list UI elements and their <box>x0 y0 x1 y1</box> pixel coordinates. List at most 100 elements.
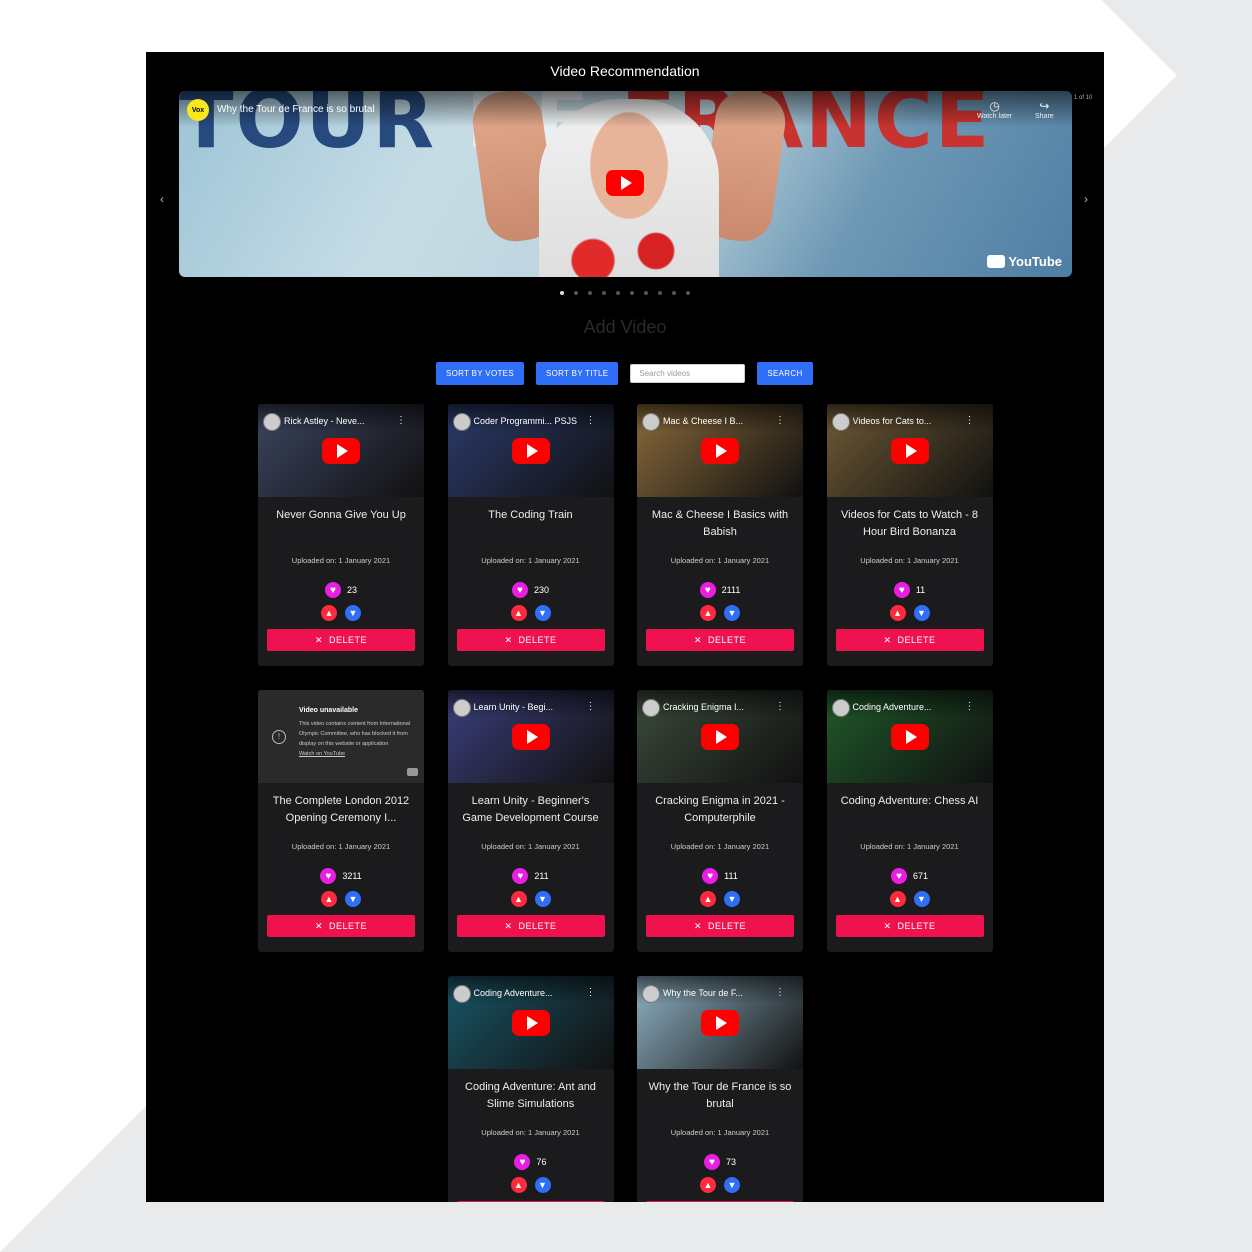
play-icon[interactable] <box>701 438 739 464</box>
more-options-icon[interactable]: ⋮ <box>965 415 975 426</box>
channel-avatar[interactable] <box>831 413 850 431</box>
video-thumbnail[interactable]: Coder Programmi... PSJS ⋮ <box>447 404 614 497</box>
thumbnail-title[interactable]: Coding Adventure... <box>474 988 594 998</box>
thumbnail-title[interactable]: Coding Adventure... <box>853 702 973 712</box>
thumbs-down-icon[interactable]: ▼ <box>724 605 740 621</box>
carousel-dot[interactable] <box>630 291 634 295</box>
thumbnail-title[interactable]: Rick Astley - Neve... <box>284 416 404 426</box>
thumbs-up-icon[interactable]: ▲ <box>510 1177 527 1193</box>
more-options-icon[interactable]: ⋮ <box>586 987 596 998</box>
thumbs-down-icon[interactable]: ▼ <box>724 891 740 907</box>
thumbs-down-icon[interactable]: ▼ <box>345 891 361 907</box>
thumbs-up-icon[interactable]: ▲ <box>889 605 906 621</box>
thumbs-up-icon[interactable]: ▲ <box>321 605 337 621</box>
thumbs-up-icon[interactable]: ▲ <box>700 1177 716 1193</box>
play-icon[interactable] <box>511 724 550 750</box>
thumbs-up-icon[interactable]: ▲ <box>700 605 716 621</box>
channel-avatar[interactable] <box>263 413 281 431</box>
channel-avatar[interactable] <box>642 985 660 1003</box>
delete-button[interactable]: ✕ DELETE <box>267 915 415 937</box>
play-icon[interactable] <box>701 724 739 750</box>
channel-avatar[interactable] <box>642 413 660 431</box>
delete-button[interactable]: ✕ DELETE <box>646 1201 794 1202</box>
delete-button[interactable]: ✕ DELETE <box>835 915 984 937</box>
thumbs-down-icon[interactable]: ▼ <box>534 605 551 621</box>
thumbs-down-icon[interactable]: ▼ <box>913 605 930 621</box>
video-thumbnail[interactable]: Cracking Enigma I... ⋮ <box>637 690 803 783</box>
thumbs-up-icon[interactable]: ▲ <box>889 891 906 907</box>
video-thumbnail[interactable]: Mac & Cheese I B... ⋮ <box>637 404 803 497</box>
more-options-icon[interactable]: ⋮ <box>775 415 785 426</box>
channel-avatar[interactable] <box>831 699 850 717</box>
thumbs-up-icon[interactable]: ▲ <box>510 605 527 621</box>
thumbs-up-icon[interactable]: ▲ <box>510 891 527 907</box>
play-icon[interactable] <box>890 438 929 464</box>
channel-avatar[interactable] <box>452 699 471 717</box>
delete-button[interactable]: ✕ DELETE <box>646 629 794 651</box>
carousel-next-icon[interactable]: › <box>1084 192 1088 206</box>
delete-button[interactable]: ✕ DELETE <box>456 915 605 937</box>
play-icon[interactable] <box>322 438 360 464</box>
watch-later-button[interactable]: ◷ Watch later <box>977 99 1012 120</box>
delete-button[interactable]: ✕ DELETE <box>456 1201 605 1202</box>
share-button[interactable]: ↪ Share <box>1035 99 1054 120</box>
search-input[interactable]: Search videos <box>630 364 746 383</box>
play-icon[interactable] <box>701 1010 739 1036</box>
carousel-dot[interactable] <box>574 291 578 295</box>
carousel-dot[interactable] <box>616 291 620 295</box>
sort-by-title-button[interactable]: SORT BY TITLE <box>535 362 619 385</box>
carousel-dot[interactable] <box>602 291 606 295</box>
carousel-dot[interactable] <box>644 291 648 295</box>
carousel-dot[interactable] <box>560 291 564 295</box>
channel-avatar[interactable] <box>642 699 660 717</box>
delete-button[interactable]: ✕ DELETE <box>646 915 794 937</box>
thumbnail-title[interactable]: Cracking Enigma I... <box>663 702 783 712</box>
thumbs-down-icon[interactable]: ▼ <box>913 891 930 907</box>
video-thumbnail[interactable]: Coding Adventure... ⋮ <box>447 976 614 1069</box>
carousel-dot[interactable] <box>588 291 592 295</box>
more-options-icon[interactable]: ⋮ <box>775 987 785 998</box>
sort-by-votes-button[interactable]: SORT BY VOTES <box>436 362 524 385</box>
thumbnail-title[interactable]: Videos for Cats to... <box>853 416 973 426</box>
thumbs-down-icon[interactable]: ▼ <box>345 605 361 621</box>
thumbs-down-icon[interactable]: ▼ <box>534 1177 551 1193</box>
search-button[interactable]: SEARCH <box>757 362 813 385</box>
carousel-dot[interactable] <box>672 291 676 295</box>
youtube-logo[interactable]: YouTube <box>987 254 1062 269</box>
thumbs-down-icon[interactable]: ▼ <box>724 1177 740 1193</box>
add-video-heading[interactable]: Add Video <box>146 317 1104 338</box>
thumbnail-title[interactable]: Mac & Cheese I B... <box>663 416 783 426</box>
thumbs-up-icon[interactable]: ▲ <box>321 891 337 907</box>
carousel-prev-icon[interactable]: ‹ <box>160 192 164 206</box>
delete-button[interactable]: ✕ DELETE <box>267 629 415 651</box>
more-options-icon[interactable]: ⋮ <box>586 701 596 712</box>
thumbnail-title[interactable]: Coder Programmi... PSJS <box>474 416 594 426</box>
video-thumbnail[interactable]: Coding Adventure... ⋮ <box>826 690 993 783</box>
play-icon[interactable] <box>511 438 550 464</box>
player-video-title[interactable]: Why the Tour de France is so brutal <box>217 104 375 115</box>
play-icon[interactable] <box>511 1010 550 1036</box>
channel-avatar[interactable] <box>452 985 471 1003</box>
more-options-icon[interactable]: ⋮ <box>775 701 785 712</box>
channel-avatar[interactable] <box>452 413 471 431</box>
play-icon[interactable] <box>890 724 929 750</box>
play-icon[interactable] <box>606 170 644 196</box>
thumbs-up-icon[interactable]: ▲ <box>700 891 716 907</box>
video-thumbnail[interactable]: Rick Astley - Neve... ⋮ <box>258 404 424 497</box>
carousel-dot[interactable] <box>686 291 690 295</box>
video-thumbnail[interactable]: Videos for Cats to... ⋮ <box>826 404 993 497</box>
video-thumbnail[interactable]: Learn Unity - Begi... ⋮ <box>447 690 614 783</box>
more-options-icon[interactable]: ⋮ <box>965 701 975 712</box>
more-options-icon[interactable]: ⋮ <box>396 415 406 426</box>
video-thumbnail[interactable]: Why the Tour de F... ⋮ <box>637 976 803 1069</box>
channel-avatar[interactable]: Vox <box>187 99 209 121</box>
thumbs-down-icon[interactable]: ▼ <box>534 891 551 907</box>
thumbnail-title[interactable]: Why the Tour de F... <box>663 988 783 998</box>
watch-on-youtube-link[interactable]: Watch on YouTube <box>299 751 345 757</box>
carousel-video-player[interactable]: TOUR DE FRANCE Vox Why the Tour de Franc… <box>179 91 1072 277</box>
delete-button[interactable]: ✕ DELETE <box>835 629 984 651</box>
carousel-dot[interactable] <box>658 291 662 295</box>
more-options-icon[interactable]: ⋮ <box>586 415 596 426</box>
thumbnail-title[interactable]: Learn Unity - Begi... <box>474 702 594 712</box>
delete-button[interactable]: ✕ DELETE <box>456 629 605 651</box>
